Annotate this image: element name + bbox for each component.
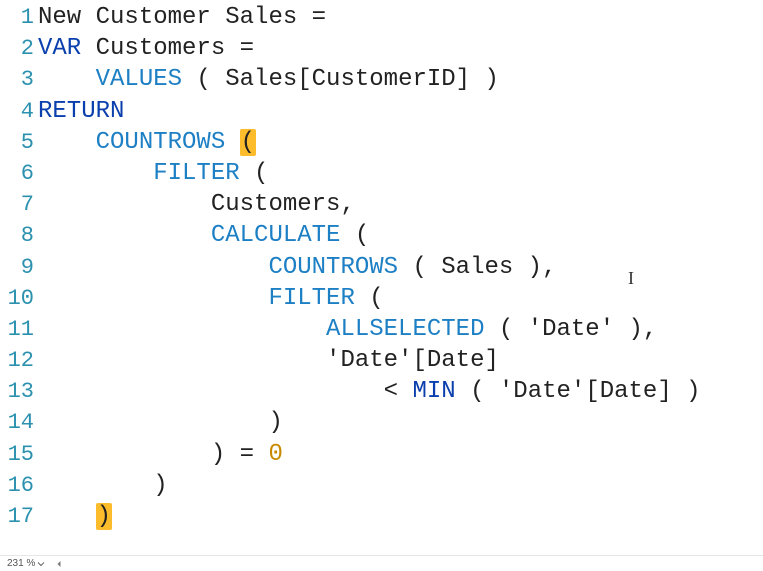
zoom-level-value: 231 % xyxy=(7,558,35,569)
line-number: 12 xyxy=(0,345,36,376)
line-number: 16 xyxy=(0,470,36,501)
code-content[interactable]: ) = 0 xyxy=(36,439,283,470)
token-fn: CALCULATE xyxy=(211,222,341,249)
line-number: 11 xyxy=(0,314,36,345)
token-plain: ) xyxy=(38,472,168,499)
code-editor[interactable]: 1New Customer Sales = 2VAR Customers =3 … xyxy=(0,0,763,571)
token-fn: FILTER xyxy=(268,285,354,312)
token-plain: ( Sales ), xyxy=(398,254,556,281)
code-line[interactable]: 9 COUNTROWS ( Sales ), xyxy=(0,252,763,283)
token-plain: < xyxy=(38,378,412,405)
zoom-level-dropdown[interactable]: 231 % xyxy=(4,557,48,570)
code-content[interactable]: FILTER ( xyxy=(36,283,384,314)
token-fn: COUNTROWS xyxy=(268,254,398,281)
line-number: 1 xyxy=(0,2,36,33)
code-content[interactable]: RETURN xyxy=(36,96,124,127)
token-plain xyxy=(38,160,153,187)
chevron-down-icon xyxy=(37,560,45,568)
token-plain xyxy=(38,66,96,93)
token-plain: ( xyxy=(340,222,369,249)
code-line[interactable]: 2VAR Customers = xyxy=(0,33,763,64)
code-content[interactable]: ) xyxy=(36,470,168,501)
token-kw: VAR xyxy=(38,35,81,62)
token-kw: MIN xyxy=(412,378,455,405)
code-content[interactable]: COUNTROWS ( Sales ), xyxy=(36,252,557,283)
token-plain: ( xyxy=(240,160,269,187)
token-plain xyxy=(38,254,268,281)
code-content[interactable]: < MIN ( 'Date'[Date] ) xyxy=(36,376,701,407)
token-plain: ( xyxy=(355,285,384,312)
code-line[interactable]: 4RETURN xyxy=(0,96,763,127)
code-line[interactable]: 3 VALUES ( Sales[CustomerID] ) xyxy=(0,64,763,95)
token-plain: ) = xyxy=(38,441,268,468)
code-line[interactable]: 8 CALCULATE ( xyxy=(0,220,763,251)
code-content[interactable]: New Customer Sales = xyxy=(36,2,340,33)
code-content[interactable]: FILTER ( xyxy=(36,158,268,189)
line-number: 8 xyxy=(0,220,36,251)
line-number: 6 xyxy=(0,158,36,189)
code-content[interactable]: VALUES ( Sales[CustomerID] ) xyxy=(36,64,499,95)
code-line[interactable]: 14 ) xyxy=(0,407,763,438)
code-line[interactable]: 15 ) = 0 xyxy=(0,439,763,470)
token-plain: ( Sales[CustomerID] ) xyxy=(182,66,499,93)
triangle-left-icon xyxy=(55,560,63,568)
code-line[interactable]: 17 ) xyxy=(0,501,763,532)
line-number: 15 xyxy=(0,439,36,470)
token-plain: ( 'Date'[Date] ) xyxy=(456,378,701,405)
token-plain: 'Date'[Date] xyxy=(38,347,499,374)
line-number: 5 xyxy=(0,127,36,158)
status-bar: 231 % xyxy=(0,555,763,571)
code-line[interactable]: 16 ) xyxy=(0,470,763,501)
line-number: 13 xyxy=(0,376,36,407)
code-content[interactable]: Customers, xyxy=(36,189,355,220)
token-plain: Customers, xyxy=(38,191,355,218)
token-fn: FILTER xyxy=(153,160,239,187)
code-line[interactable]: 13 < MIN ( 'Date'[Date] ) xyxy=(0,376,763,407)
token-plain: ( 'Date' ), xyxy=(484,316,657,343)
token-fn: COUNTROWS xyxy=(96,129,226,156)
token-plain xyxy=(38,129,96,156)
line-number: 3 xyxy=(0,64,36,95)
bracket-match: ) xyxy=(96,503,112,530)
token-num: 0 xyxy=(268,441,282,468)
code-line[interactable]: 1New Customer Sales = xyxy=(0,2,763,33)
line-number: 4 xyxy=(0,96,36,127)
line-number: 10 xyxy=(0,283,36,314)
line-number: 14 xyxy=(0,407,36,438)
code-line[interactable]: 10 FILTER ( xyxy=(0,283,763,314)
code-content[interactable]: ) xyxy=(36,501,112,532)
scroll-left-button[interactable] xyxy=(52,557,66,571)
line-number: 9 xyxy=(0,252,36,283)
token-plain xyxy=(38,285,268,312)
line-number: 2 xyxy=(0,33,36,64)
token-plain xyxy=(225,129,239,156)
token-plain xyxy=(38,316,326,343)
code-line[interactable]: 6 FILTER ( xyxy=(0,158,763,189)
token-plain xyxy=(38,503,96,530)
code-content[interactable]: CALCULATE ( xyxy=(36,220,369,251)
code-line[interactable]: 12 'Date'[Date] xyxy=(0,345,763,376)
line-number: 7 xyxy=(0,189,36,220)
token-plain: ) xyxy=(38,409,283,436)
code-content[interactable]: ) xyxy=(36,407,283,438)
code-line[interactable]: 5 COUNTROWS ( xyxy=(0,127,763,158)
code-line[interactable]: 11 ALLSELECTED ( 'Date' ), xyxy=(0,314,763,345)
token-fn: ALLSELECTED xyxy=(326,316,484,343)
token-plain xyxy=(38,222,211,249)
line-number: 17 xyxy=(0,501,36,532)
code-line[interactable]: 7 Customers, xyxy=(0,189,763,220)
bracket-match: ( xyxy=(240,129,256,156)
code-content[interactable]: 'Date'[Date] xyxy=(36,345,499,376)
code-content[interactable]: VAR Customers = xyxy=(36,33,254,64)
code-content[interactable]: ALLSELECTED ( 'Date' ), xyxy=(36,314,657,345)
token-plain: New Customer Sales = xyxy=(38,4,340,31)
token-fn: VALUES xyxy=(96,66,182,93)
token-kw: RETURN xyxy=(38,98,124,125)
token-plain: Customers = xyxy=(81,35,254,62)
code-content[interactable]: COUNTROWS ( xyxy=(36,127,256,158)
